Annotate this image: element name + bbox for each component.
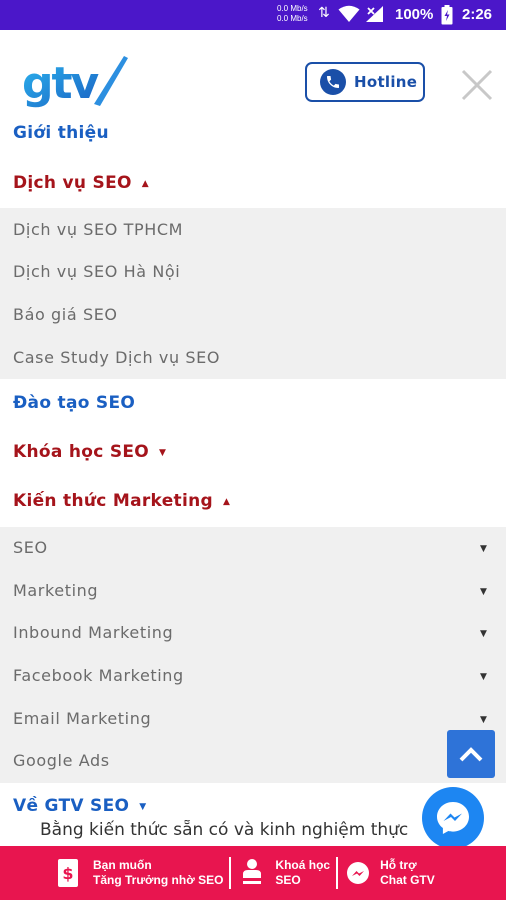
bottom-divider (229, 857, 232, 889)
battery-icon (441, 5, 453, 25)
caret-up-icon: ▲ (141, 179, 149, 189)
svg-text:$: $ (62, 864, 73, 883)
chevron-up-icon (459, 747, 483, 762)
background-article-text: Bằng kiến thức sẵn có và kinh nghiệm thự… (40, 820, 409, 840)
caret-down-icon[interactable]: ▼ (480, 544, 487, 554)
caret-down-icon: ▼ (139, 802, 147, 812)
submenu-kien-thuc-marketing: SEO ▼ Marketing ▼ Inbound Marketing ▼ Fa… (0, 527, 506, 783)
submenu-item[interactable]: Marketing (13, 581, 98, 600)
bottom-divider (336, 857, 339, 889)
dollar-tag-icon: $ (58, 859, 78, 887)
bottom-item3-line1: Hỗ trợ (380, 858, 417, 872)
gtv-logo[interactable]: gtv (22, 52, 130, 112)
hotline-label: Hotline (354, 73, 418, 91)
hotline-button[interactable]: Hotline (305, 62, 425, 102)
close-icon[interactable] (460, 68, 494, 102)
submenu-item[interactable]: SEO (13, 538, 48, 557)
menu-ve-gtv-seo[interactable]: Về GTV SEO ▼ (13, 796, 146, 816)
caret-down-icon[interactable]: ▼ (480, 587, 487, 597)
submenu-item[interactable]: Dịch vụ SEO Hà Nội (13, 262, 180, 281)
chat-icon (347, 862, 370, 884)
bottom-item3-line2: Chat GTV (380, 873, 435, 887)
bottom-item1-line1: Bạn muốn (93, 858, 152, 872)
menu-dich-vu-seo[interactable]: Dịch vụ SEO ▲ (13, 173, 149, 193)
caret-down-icon[interactable]: ▼ (480, 672, 487, 682)
caret-down-icon: ▼ (159, 448, 167, 458)
net-down-speed: 0.0 Mb/s (277, 14, 308, 23)
messenger-button[interactable] (422, 787, 484, 849)
net-up-speed: 0.0 Mb/s (277, 4, 308, 13)
bottom-action-bar: $ Bạn muốn Tăng Trưởng nhờ SEO Khoá học … (0, 846, 506, 900)
logo-text: gtv (22, 58, 100, 109)
caret-up-icon: ▲ (222, 497, 231, 507)
submenu-item[interactable]: Facebook Marketing (13, 666, 184, 685)
bottom-item1-line2: Tăng Trưởng nhờ SEO (93, 873, 224, 887)
menu-dich-vu-seo-label: Dịch vụ SEO (13, 173, 132, 193)
bottom-item-growth-seo[interactable]: $ Bạn muốn Tăng Trưởng nhờ SEO (57, 846, 223, 900)
submenu-item[interactable]: Google Ads (13, 751, 110, 770)
menu-dao-tao-seo-label: Đào tạo SEO (13, 393, 136, 413)
clock: 2:26 (462, 6, 493, 23)
menu-ve-gtv-seo-label: Về GTV SEO (13, 796, 130, 816)
battery-percent: 100% (395, 6, 434, 23)
bottom-item-chat[interactable]: Hỗ trợ Chat GTV (346, 846, 435, 900)
menu-gioi-thieu[interactable]: Giới thiệu (13, 123, 109, 143)
phone-icon (320, 69, 346, 95)
submenu-item[interactable]: Báo giá SEO (13, 305, 118, 324)
submenu-dich-vu-seo: Dịch vụ SEO TPHCM Dịch vụ SEO Hà Nội Báo… (0, 208, 506, 379)
caret-down-icon[interactable]: ▼ (480, 715, 487, 725)
bottom-item2-line1: Khoá học (275, 858, 331, 872)
submenu-item[interactable]: Case Study Dịch vụ SEO (13, 348, 220, 367)
people-icon (241, 859, 264, 884)
network-speed: 0.0 Mb/s 0.0 Mb/s (277, 4, 308, 24)
submenu-item[interactable]: Inbound Marketing (13, 623, 173, 642)
menu-dao-tao-seo[interactable]: Đào tạo SEO (13, 393, 135, 413)
menu-kien-thuc-marketing-label: Kiến thức Marketing (13, 491, 213, 511)
bottom-item-khoa-hoc[interactable]: Khoá học SEO (239, 846, 330, 900)
menu-gioi-thieu-label: Giới thiệu (13, 123, 109, 143)
wifi-icon (338, 5, 360, 22)
submenu-item[interactable]: Dịch vụ SEO TPHCM (13, 220, 183, 239)
caret-down-icon[interactable]: ▼ (480, 629, 487, 639)
scroll-to-top-button[interactable] (447, 730, 495, 778)
data-arrows-icon: ⇅ (318, 5, 330, 21)
messenger-icon (437, 802, 469, 834)
status-bar: 0.0 Mb/s 0.0 Mb/s ⇅ 100% 2:26 (0, 0, 506, 30)
bottom-item2-line2: SEO (275, 873, 301, 887)
signal-icon (366, 6, 383, 22)
submenu-item[interactable]: Email Marketing (13, 709, 151, 728)
menu-khoa-hoc-seo[interactable]: Khóa học SEO ▼ (13, 442, 166, 462)
menu-kien-thuc-marketing[interactable]: Kiến thức Marketing ▲ (13, 491, 230, 511)
menu-khoa-hoc-seo-label: Khóa học SEO (13, 442, 150, 462)
